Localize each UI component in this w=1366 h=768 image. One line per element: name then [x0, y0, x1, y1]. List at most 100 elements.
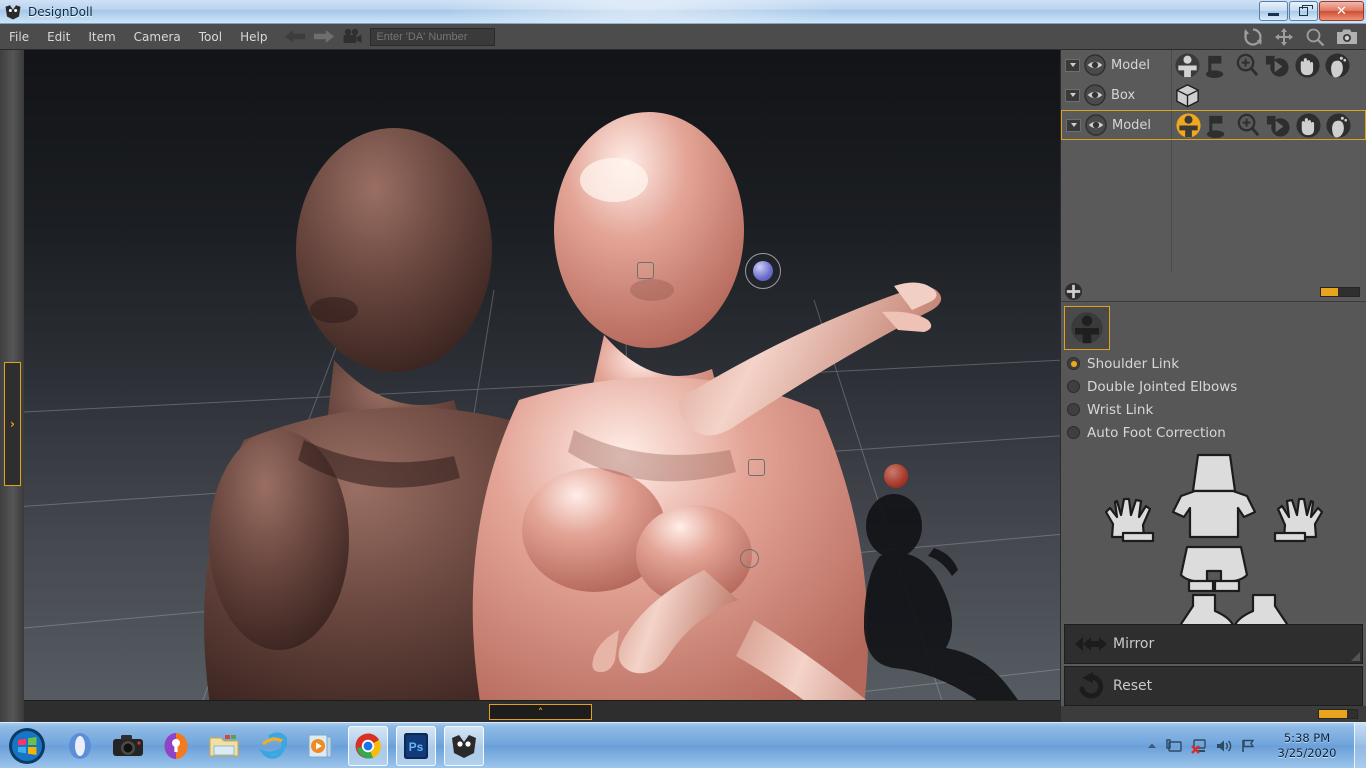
windows-start-orb[interactable]	[2, 726, 52, 766]
item-row[interactable]: Model	[1061, 50, 1366, 80]
taskbar-app-internet-explorer[interactable]	[252, 726, 292, 766]
window-controls: ✕	[1259, 1, 1364, 21]
network-icon[interactable]	[1165, 738, 1183, 754]
undo-arrow-icon[interactable]	[284, 29, 306, 44]
hand-icon[interactable]	[1293, 52, 1322, 79]
menu-edit[interactable]: Edit	[38, 26, 79, 48]
close-button[interactable]: ✕	[1319, 1, 1364, 21]
rotate-tool-icon[interactable]	[1243, 27, 1263, 47]
pose-flag-icon[interactable]	[1203, 52, 1232, 79]
taskbar-app-opera[interactable]	[60, 726, 100, 766]
visibility-eye-icon[interactable]	[1084, 54, 1106, 76]
menu-tool[interactable]: Tool	[190, 26, 231, 48]
hand-icon[interactable]	[1294, 112, 1323, 139]
chevron-down-icon[interactable]	[1065, 88, 1080, 102]
zoom-icon[interactable]	[1233, 52, 1262, 79]
item-list[interactable]: Model Box Model	[1061, 50, 1366, 282]
radio-auto-foot-correction[interactable]: Auto Foot Correction	[1067, 421, 1237, 444]
box-icon[interactable]	[1173, 82, 1202, 109]
joint-handle-square-head[interactable]	[637, 262, 654, 279]
bodypart-thighs	[1187, 579, 1241, 593]
rotate-icon[interactable]	[1264, 112, 1293, 139]
clock-date: 3/25/2020	[1277, 746, 1337, 760]
menu-camera[interactable]: Camera	[125, 26, 190, 48]
screenshot-tool-icon[interactable]	[1336, 28, 1358, 46]
foot-icon[interactable]	[1324, 112, 1353, 139]
bodypart-right-wrist	[1273, 531, 1307, 543]
zoom-tool-icon[interactable]	[1305, 27, 1325, 47]
zoom-icon[interactable]	[1234, 112, 1263, 139]
viewport-scene[interactable]	[24, 50, 1060, 722]
window-titlebar: DesignDoll ✕	[0, 0, 1366, 32]
taskbar-apps: Ps	[60, 725, 484, 766]
radio-double-jointed-elbows[interactable]: Double Jointed Elbows	[1067, 375, 1237, 398]
item-row-tools	[1174, 112, 1353, 139]
doll-figure-shadow[interactable]	[864, 490, 1054, 710]
volume-icon[interactable]	[1215, 738, 1233, 754]
svg-text:Ps: Ps	[409, 740, 424, 754]
taskbar-clock[interactable]: 5:38 PM 3/25/2020	[1264, 731, 1350, 761]
joint-handle-circle-elbow[interactable]	[740, 549, 759, 568]
item-label: Box	[1111, 87, 1136, 103]
item-row-selected[interactable]: Model	[1061, 110, 1366, 140]
taskbar-app-chrome[interactable]	[348, 725, 388, 766]
body-mode-button[interactable]	[1064, 306, 1110, 350]
radio-label: Auto Foot Correction	[1087, 424, 1226, 441]
body-select-icon-active[interactable]	[1174, 112, 1203, 139]
restore-button[interactable]	[1289, 1, 1318, 21]
bodypart-left-wrist	[1121, 531, 1155, 543]
chevron-down-icon[interactable]	[1066, 118, 1081, 132]
joint-handle-ball-shadow[interactable]	[884, 464, 908, 488]
taskbar-app-camera[interactable]	[108, 726, 148, 766]
action-center-flag-icon[interactable]	[1240, 738, 1256, 754]
show-desktop-button[interactable]	[1354, 723, 1366, 768]
movie-camera-icon[interactable]	[342, 28, 362, 46]
body-part-selector[interactable]	[1061, 449, 1366, 637]
option-radio-group: Shoulder Link Double Jointed Elbows Wris…	[1067, 352, 1237, 444]
item-label: Model	[1112, 117, 1152, 133]
taskbar-app-photoshop[interactable]: Ps	[396, 725, 436, 766]
item-row[interactable]: Box	[1061, 80, 1366, 110]
menu-help[interactable]: Help	[231, 26, 276, 48]
chevron-down-icon[interactable]	[1065, 58, 1080, 72]
joint-handle-square-shoulder[interactable]	[748, 459, 765, 476]
viewport-tool-group	[1243, 27, 1358, 47]
network-error-icon[interactable]	[1190, 738, 1208, 754]
menu-file[interactable]: File	[0, 26, 38, 48]
pose-flag-icon[interactable]	[1204, 112, 1233, 139]
reset-button[interactable]: Reset	[1064, 666, 1363, 706]
radio-indicator	[1067, 357, 1080, 370]
radio-shoulder-link[interactable]: Shoulder Link	[1067, 352, 1237, 375]
menu-item[interactable]: Item	[79, 26, 124, 48]
body-select-icon[interactable]	[1173, 52, 1202, 79]
foot-icon[interactable]	[1323, 52, 1352, 79]
add-item-icon[interactable]	[1064, 282, 1083, 301]
bottom-panel-expander[interactable]: ˄	[489, 704, 592, 720]
panel-resize-grip[interactable]	[1351, 652, 1360, 661]
rotate-icon[interactable]	[1263, 52, 1292, 79]
show-hidden-icons-chevron[interactable]	[1146, 740, 1158, 752]
taskbar-app-explorer[interactable]	[204, 726, 244, 766]
redo-arrow-icon[interactable]	[313, 29, 335, 44]
visibility-eye-icon[interactable]	[1085, 114, 1107, 136]
taskbar-app-media-player[interactable]	[300, 726, 340, 766]
item-list-slider[interactable]	[1320, 287, 1360, 297]
taskbar-app-avast[interactable]	[156, 726, 196, 766]
visibility-eye-icon[interactable]	[1084, 84, 1106, 106]
left-panel-expander[interactable]: ›	[4, 362, 21, 486]
joint-handle-ball-wrist[interactable]	[745, 253, 781, 289]
reset-label: Reset	[1113, 678, 1153, 694]
taskbar-app-designdoll[interactable]	[444, 725, 484, 766]
mirror-button[interactable]: Mirror	[1064, 624, 1363, 664]
panel-footer-slider[interactable]	[1318, 709, 1358, 719]
item-list-footer	[1061, 282, 1366, 302]
reset-icon	[1079, 672, 1104, 699]
taskbar: Ps 5:38 PM 3/25/2020	[0, 722, 1366, 768]
da-number-input[interactable]	[370, 27, 496, 46]
move-tool-icon[interactable]	[1274, 27, 1294, 47]
minimize-button[interactable]	[1259, 1, 1288, 21]
radio-wrist-link[interactable]: Wrist Link	[1067, 398, 1237, 421]
3d-viewport[interactable]: › ˄	[0, 50, 1060, 722]
radio-indicator	[1067, 403, 1080, 416]
body-mode-icon	[1071, 312, 1103, 344]
